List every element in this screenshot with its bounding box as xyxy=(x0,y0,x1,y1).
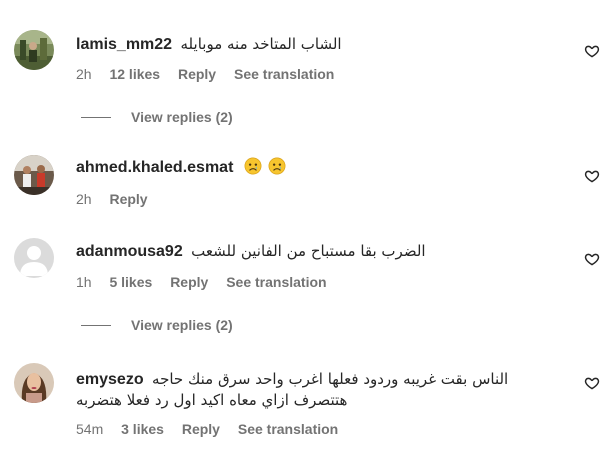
comment-username[interactable]: lamis_mm22 xyxy=(76,36,172,53)
comment-line: adanmousa92 الضرب بقا مستباح من الفانين … xyxy=(76,240,564,263)
comment-line: ahmed.khaled.esmat xyxy=(76,157,564,179)
see-translation-button[interactable]: See translation xyxy=(238,421,338,437)
reply-button[interactable]: Reply xyxy=(170,274,208,290)
comment-time: 54m xyxy=(76,421,104,437)
avatar[interactable] xyxy=(14,363,54,403)
replies-divider xyxy=(81,324,111,326)
replies-divider xyxy=(81,116,111,118)
avatar[interactable] xyxy=(14,30,54,70)
comment-username[interactable]: emysezo xyxy=(76,371,144,388)
heart-outline-icon[interactable] xyxy=(584,375,600,391)
sad-face-emoji xyxy=(244,157,262,175)
comment-meta: 1h 5 likes Reply See translation xyxy=(76,273,341,291)
likes-count[interactable]: 5 likes xyxy=(109,274,152,290)
sad-face-emoji xyxy=(268,157,286,175)
comment-time: 2h xyxy=(76,191,92,207)
comment-line: lamis_mm22 الشاب المتاخد منه موبايله xyxy=(76,33,564,56)
avatar[interactable] xyxy=(14,155,54,195)
likes-count[interactable]: 3 likes xyxy=(121,421,164,437)
comment-meta: 54m 3 likes Reply See translation xyxy=(76,420,352,438)
comment-time: 1h xyxy=(76,274,92,290)
comment-meta: 2h Reply xyxy=(76,190,162,208)
comment-text: الضرب بقا مستباح من الفانين للشعب xyxy=(191,242,426,260)
avatar-image xyxy=(14,155,54,195)
comment-text: الناس بقت غريبه وردود فعلها اغرب واحد سر… xyxy=(152,370,509,388)
view-replies-button[interactable]: View replies (2) xyxy=(81,316,233,334)
reply-button[interactable]: Reply xyxy=(182,421,220,437)
reply-button[interactable]: Reply xyxy=(178,66,216,82)
view-replies-label: View replies (2) xyxy=(131,317,233,333)
heart-outline-icon[interactable] xyxy=(584,43,600,59)
comment-meta: 2h 12 likes Reply See translation xyxy=(76,65,348,83)
comment-text-line2: هتتصرف ازاي معاه اكيد اول رد فعلا هتضربه xyxy=(76,391,348,409)
avatar[interactable] xyxy=(14,238,54,278)
comment-username[interactable]: adanmousa92 xyxy=(76,243,183,260)
heart-outline-icon[interactable] xyxy=(584,251,600,267)
see-translation-button[interactable]: See translation xyxy=(226,274,326,290)
view-replies-button[interactable]: View replies (2) xyxy=(81,108,233,126)
likes-count[interactable]: 12 likes xyxy=(109,66,160,82)
reply-button[interactable]: Reply xyxy=(109,191,147,207)
comment-time: 2h xyxy=(76,66,92,82)
avatar-image xyxy=(14,363,54,403)
default-avatar-icon xyxy=(14,238,54,278)
heart-outline-icon[interactable] xyxy=(584,168,600,184)
comment-line: emysezo الناس بقت غريبه وردود فعلها اغرب… xyxy=(76,368,564,391)
see-translation-button[interactable]: See translation xyxy=(234,66,334,82)
view-replies-label: View replies (2) xyxy=(131,109,233,125)
comment-text: الشاب المتاخد منه موبايله xyxy=(180,35,342,53)
comment-username[interactable]: ahmed.khaled.esmat xyxy=(76,159,233,176)
avatar-image xyxy=(14,30,54,70)
